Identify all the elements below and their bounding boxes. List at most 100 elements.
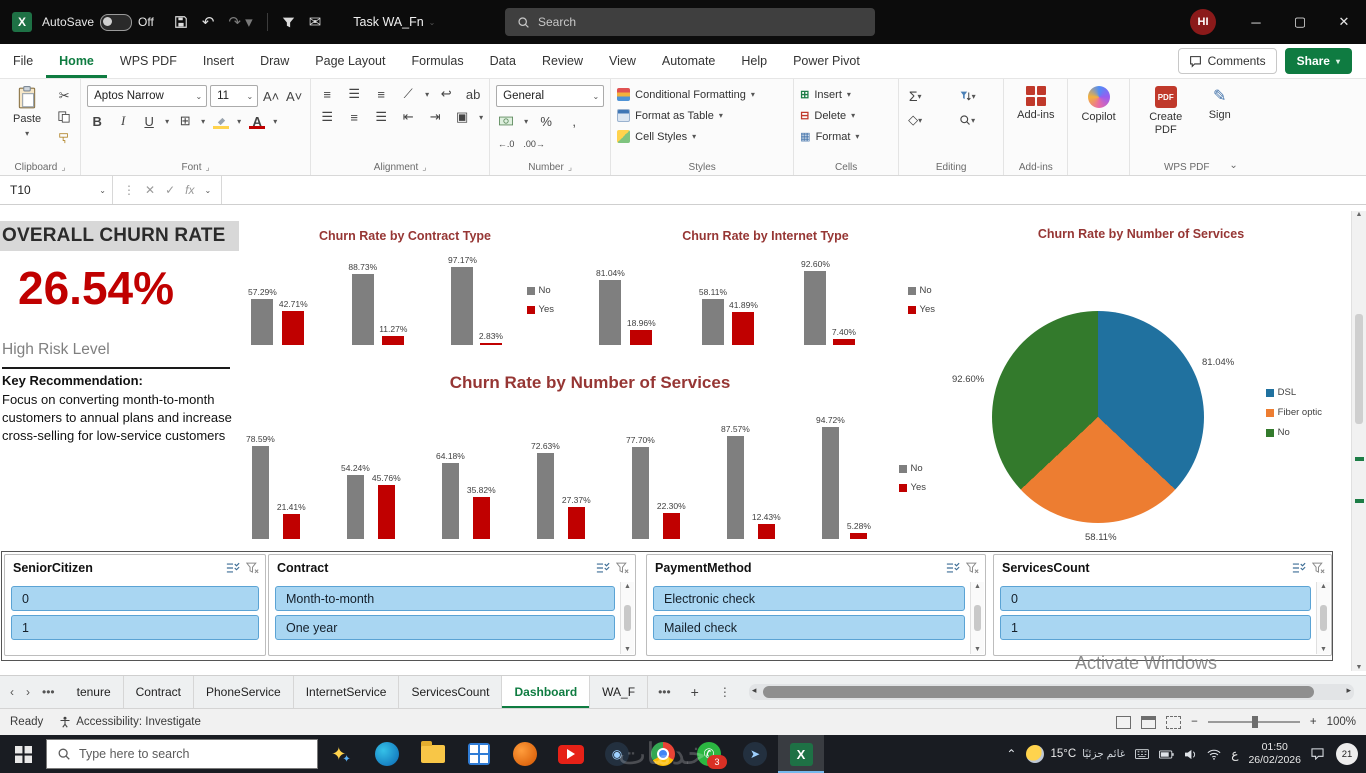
- slicer-item-0[interactable]: 0: [1000, 586, 1311, 611]
- cut-button[interactable]: ✂: [54, 87, 74, 105]
- add-sheet-button[interactable]: +: [681, 676, 709, 708]
- find-select-button[interactable]: ▾: [957, 111, 977, 129]
- sheet-tab-wa-f[interactable]: WA_F: [590, 676, 649, 708]
- youtube-icon[interactable]: [548, 735, 594, 773]
- create-pdf-button[interactable]: PDF Create PDF: [1136, 83, 1196, 139]
- zoom-slider[interactable]: [1207, 716, 1300, 728]
- insert-function-icon[interactable]: fx: [185, 183, 194, 197]
- user-avatar[interactable]: HI: [1190, 9, 1216, 35]
- page-layout-view-icon[interactable]: [1141, 715, 1157, 729]
- slicer-scrollbar[interactable]: ▲ ▼: [970, 582, 984, 654]
- decrease-indent-icon[interactable]: ⇤: [398, 108, 418, 126]
- sheet-tab-phoneservice[interactable]: PhoneService: [194, 676, 294, 708]
- borders-button[interactable]: ⊞: [175, 112, 195, 130]
- hscroll-thumb[interactable]: [762, 686, 1314, 698]
- formula-input[interactable]: [222, 176, 1366, 204]
- ribbon-tab-formulas[interactable]: Formulas: [398, 44, 476, 78]
- font-name-combo[interactable]: Aptos Narrow ⌄: [87, 85, 208, 107]
- sheet-tab-servicescount[interactable]: ServicesCount: [399, 676, 503, 708]
- chart-bar[interactable]: [351, 274, 374, 345]
- clear-button[interactable]: ◇ ▾: [905, 111, 925, 129]
- copilot-button[interactable]: Copilot: [1074, 83, 1122, 127]
- align-bottom-icon[interactable]: ≡: [371, 85, 391, 103]
- chart-internet-type[interactable]: Churn Rate by Internet Type 81.04% 18.96%…: [588, 229, 943, 359]
- chart-bar[interactable]: [631, 447, 649, 539]
- zoom-in-icon[interactable]: +: [1310, 716, 1317, 728]
- scroll-right-icon[interactable]: ▸: [1346, 685, 1351, 696]
- ribbon-tab-automate[interactable]: Automate: [649, 44, 729, 78]
- underline-button[interactable]: U: [139, 112, 159, 130]
- edge-icon[interactable]: [364, 735, 410, 773]
- sheet-more-right-icon[interactable]: •••: [658, 685, 671, 699]
- chart-bar[interactable]: [726, 435, 744, 539]
- chart-bar[interactable]: [850, 532, 868, 539]
- zoom-level[interactable]: 100%: [1327, 716, 1356, 728]
- document-title[interactable]: Task WA_Fn ⌄: [353, 15, 435, 29]
- scroll-left-icon[interactable]: ◂: [752, 685, 757, 696]
- percent-style-icon[interactable]: %: [536, 112, 556, 130]
- vertical-scrollbar[interactable]: ▲ ▼: [1351, 211, 1366, 671]
- excel-taskbar-icon[interactable]: X: [778, 735, 824, 773]
- ribbon-tab-page-layout[interactable]: Page Layout: [302, 44, 398, 78]
- scroll-down-icon[interactable]: ▼: [1356, 664, 1363, 671]
- cancel-entry-icon[interactable]: ✕: [145, 183, 155, 197]
- ribbon-tab-file[interactable]: File: [0, 44, 46, 78]
- chart-bar[interactable]: [662, 512, 680, 539]
- taskbar-search[interactable]: Type here to search: [46, 739, 318, 769]
- maximize-button[interactable]: ▢: [1278, 0, 1322, 44]
- chart-bar[interactable]: [451, 267, 474, 345]
- collapse-ribbon-icon[interactable]: ⌄: [1229, 160, 1237, 171]
- chart-bar[interactable]: [282, 513, 300, 539]
- dialog-launcher-icon[interactable]: ⌟: [61, 162, 65, 173]
- namebox-menu-icon[interactable]: ⋮: [123, 183, 135, 197]
- zoom-out-icon[interactable]: −: [1191, 716, 1198, 728]
- chart-services-pie[interactable]: Churn Rate by Number of Services 81.04% …: [950, 227, 1332, 557]
- fill-color-button[interactable]: [211, 112, 231, 130]
- slicer-item-electronic-check[interactable]: Electronic check: [653, 586, 965, 611]
- mail-quick-icon[interactable]: ✉: [309, 15, 322, 30]
- align-middle-icon[interactable]: ☰: [344, 85, 364, 103]
- redo-button[interactable]: ↷ ▾: [228, 15, 252, 30]
- slicer-item-mailed-check[interactable]: Mailed check: [653, 615, 965, 640]
- chart-bar[interactable]: [472, 496, 490, 539]
- volume-icon[interactable]: [1184, 749, 1197, 760]
- addins-button[interactable]: Add-ins: [1010, 83, 1061, 125]
- align-top-icon[interactable]: ≡: [317, 85, 337, 103]
- ribbon-tab-review[interactable]: Review: [529, 44, 596, 78]
- ribbon-tab-view[interactable]: View: [596, 44, 649, 78]
- comments-button[interactable]: Comments: [1177, 48, 1277, 74]
- sheet-more-left-icon[interactable]: •••: [42, 685, 55, 699]
- page-break-view-icon[interactable]: [1166, 715, 1182, 729]
- chart-contract-type[interactable]: Churn Rate by Contract Type 57.29% 42.71%…: [240, 229, 570, 359]
- clear-filter-icon[interactable]: [1312, 562, 1325, 574]
- chart-bar[interactable]: [804, 270, 827, 345]
- clock[interactable]: 01:50 26/02/2026: [1248, 741, 1301, 767]
- whatsapp-icon[interactable]: ✆ 3: [686, 735, 732, 773]
- chart-bar[interactable]: [251, 299, 274, 345]
- autosave-toggle[interactable]: AutoSave Off: [42, 13, 154, 31]
- chart-bar[interactable]: [832, 339, 855, 345]
- wrap-text-icon[interactable]: ↩: [436, 85, 456, 103]
- currency-format-icon[interactable]: [496, 112, 516, 130]
- browser-icon[interactable]: [502, 735, 548, 773]
- file-explorer-icon[interactable]: [410, 735, 456, 773]
- chart-bar[interactable]: [377, 485, 395, 539]
- ribbon-tab-data[interactable]: Data: [477, 44, 529, 78]
- store-icon[interactable]: [456, 735, 502, 773]
- sort-filter-button[interactable]: ▾: [957, 87, 977, 105]
- ribbon-tab-insert[interactable]: Insert: [190, 44, 247, 78]
- formula-options-icon[interactable]: ⌄: [204, 186, 211, 195]
- format-as-table-button[interactable]: Format as Table ▾: [617, 106, 787, 125]
- chart-bar[interactable]: [630, 329, 653, 345]
- chart-bar[interactable]: [282, 310, 305, 345]
- close-button[interactable]: ✕: [1322, 0, 1366, 44]
- format-cells-button[interactable]: ▦ Format ▾: [800, 127, 892, 146]
- wrap-text2-icon[interactable]: ab: [463, 85, 483, 103]
- ribbon-tab-home[interactable]: Home: [46, 44, 107, 78]
- tray-expand-icon[interactable]: ⌃: [1006, 747, 1016, 761]
- filter-quick-icon[interactable]: [282, 16, 295, 29]
- action-center-icon[interactable]: [1311, 748, 1324, 760]
- name-box[interactable]: T10 ⌄: [0, 176, 113, 204]
- chart-bar[interactable]: [479, 342, 502, 345]
- chart-bar[interactable]: [599, 280, 622, 345]
